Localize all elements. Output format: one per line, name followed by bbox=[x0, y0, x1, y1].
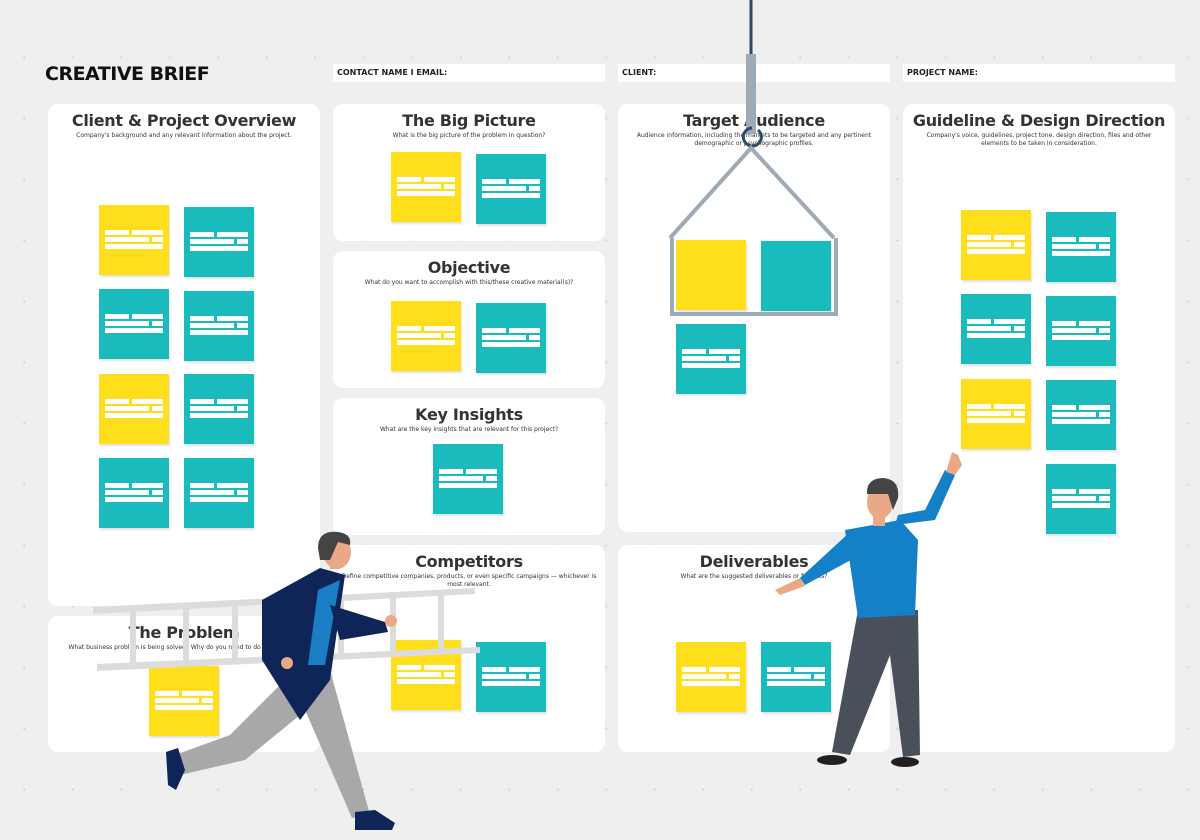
card-deliverables: Deliverables What are the suggested deli… bbox=[618, 545, 890, 752]
card-description: What are the suggested deliverables or f… bbox=[680, 573, 828, 580]
card-title: Target Audience bbox=[683, 111, 825, 130]
client-field-label: CLIENT: bbox=[622, 68, 657, 77]
sticky-note[interactable] bbox=[676, 642, 746, 712]
contact-field[interactable]: CONTACT NAME I EMAIL: bbox=[333, 64, 605, 82]
sticky-note[interactable] bbox=[961, 294, 1031, 364]
contact-field-label: CONTACT NAME I EMAIL: bbox=[337, 68, 448, 77]
card-description: What do you want to accomplish with this… bbox=[364, 279, 574, 286]
sticky-note[interactable] bbox=[761, 241, 831, 311]
card-big-picture: The Big Picture What is the big picture … bbox=[333, 104, 605, 241]
card-title: Client & Project Overview bbox=[71, 111, 297, 130]
sticky-note[interactable] bbox=[476, 154, 546, 224]
card-title: Key Insights bbox=[415, 405, 523, 424]
sticky-note[interactable] bbox=[149, 666, 219, 736]
sticky-note[interactable] bbox=[184, 458, 254, 528]
card-description: What business problem is being solved? W… bbox=[68, 644, 300, 651]
sticky-note[interactable] bbox=[99, 458, 169, 528]
sticky-note[interactable] bbox=[433, 444, 503, 514]
shoe bbox=[891, 757, 919, 767]
card-title: The Big Picture bbox=[402, 111, 536, 130]
card-description: Define competitive companies, products, … bbox=[341, 573, 597, 588]
sticky-note[interactable] bbox=[99, 205, 169, 275]
sticky-note[interactable] bbox=[184, 291, 254, 361]
card-client-overview: Client & Project Overview Company's back… bbox=[48, 104, 320, 606]
card-description: Company's background and any relevant in… bbox=[76, 132, 292, 139]
sticky-note[interactable] bbox=[476, 303, 546, 373]
sticky-note[interactable] bbox=[676, 324, 746, 394]
sticky-note[interactable] bbox=[1046, 464, 1116, 534]
sticky-note[interactable] bbox=[391, 640, 461, 710]
sticky-note[interactable] bbox=[476, 642, 546, 712]
card-title: Competitors bbox=[415, 552, 523, 571]
card-title: Guideline & Design Direction bbox=[912, 111, 1166, 130]
card-competitors: Competitors Define competitive companies… bbox=[333, 545, 605, 752]
card-description: Company's voice, guidelines, project ton… bbox=[926, 132, 1152, 147]
sticky-note[interactable] bbox=[1046, 296, 1116, 366]
sticky-note[interactable] bbox=[961, 379, 1031, 449]
card-description: Audience information, including the mark… bbox=[636, 132, 872, 147]
card-problem: The Problem What business problem is bei… bbox=[48, 616, 320, 752]
sticky-note[interactable] bbox=[391, 152, 461, 222]
card-objective: Objective What do you want to accomplish… bbox=[333, 251, 605, 388]
sticky-note[interactable] bbox=[961, 210, 1031, 280]
sticky-note[interactable] bbox=[184, 207, 254, 277]
sticky-note[interactable] bbox=[676, 240, 746, 310]
front-shoe bbox=[355, 810, 395, 830]
card-key-insights: Key Insights What are the key insights t… bbox=[333, 398, 605, 535]
project-name-field-label: PROJECT NAME: bbox=[907, 68, 978, 77]
shoe bbox=[817, 755, 847, 765]
card-title: Deliverables bbox=[699, 552, 809, 571]
sticky-note[interactable] bbox=[391, 301, 461, 371]
sticky-note[interactable] bbox=[1046, 380, 1116, 450]
sticky-note[interactable] bbox=[99, 374, 169, 444]
card-guideline: Guideline & Design Direction Company's v… bbox=[903, 104, 1175, 752]
sticky-note[interactable] bbox=[99, 289, 169, 359]
card-title: The Problem bbox=[128, 623, 240, 642]
card-description: What is the big picture of the problem i… bbox=[392, 132, 546, 139]
sticky-note[interactable] bbox=[761, 642, 831, 712]
card-title: Objective bbox=[427, 258, 511, 277]
sticky-note[interactable] bbox=[1046, 212, 1116, 282]
card-target-audience: Target Audience Audience information, in… bbox=[618, 104, 890, 532]
board-title: CREATIVE BRIEF bbox=[45, 63, 210, 85]
client-field[interactable]: CLIENT: bbox=[618, 64, 890, 82]
project-name-field[interactable]: PROJECT NAME: bbox=[903, 64, 1175, 82]
card-description: What are the key insights that are relev… bbox=[379, 426, 559, 433]
sticky-note[interactable] bbox=[184, 374, 254, 444]
back-shoe bbox=[166, 748, 185, 790]
